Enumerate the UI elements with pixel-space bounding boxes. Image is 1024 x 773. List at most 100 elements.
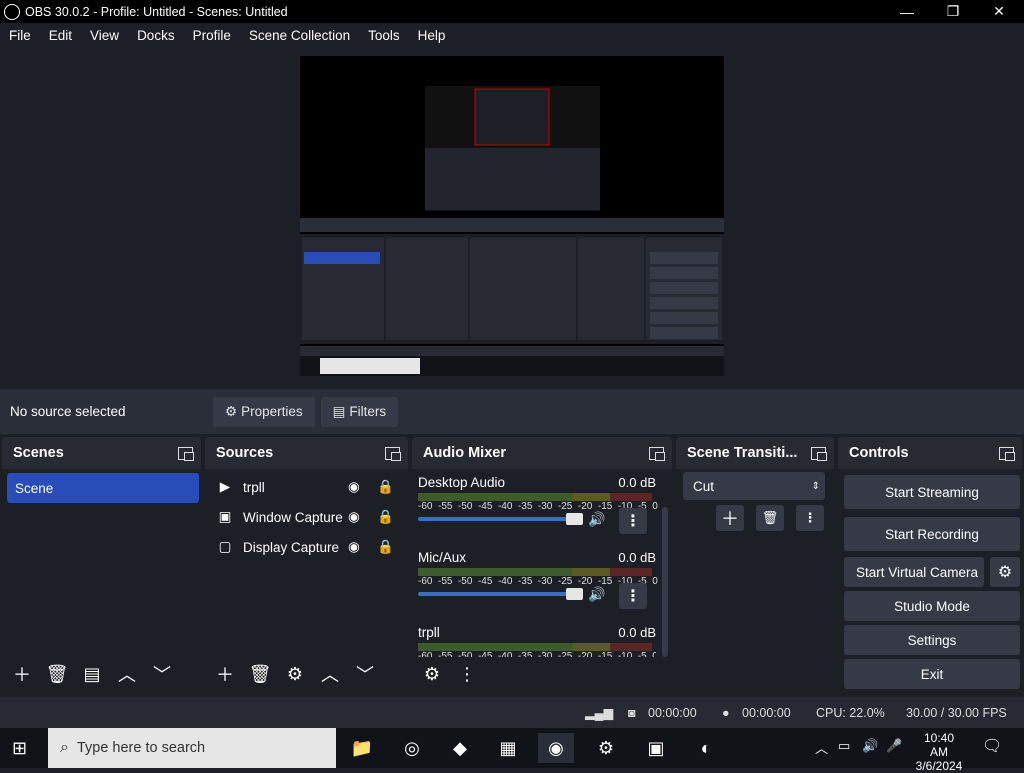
menu-view[interactable]: View: [81, 28, 128, 43]
start-streaming-button[interactable]: Start Streaming: [844, 475, 1020, 509]
app-red-icon[interactable]: ◆: [442, 733, 478, 763]
app-blue-icon[interactable]: ▦: [490, 733, 526, 763]
gear-icon: ⚙: [225, 403, 238, 419]
remove-transition-button[interactable]: 🗑: [756, 505, 784, 531]
source-properties-button[interactable]: ⚙: [280, 660, 310, 688]
controls-title: Controls: [849, 445, 909, 461]
taskbar-search-box[interactable]: ⌕ Type here to search: [48, 728, 336, 768]
recursive-preview-image: [300, 56, 724, 376]
speaker-icon[interactable]: 🔊: [588, 586, 605, 603]
scene-transitions-dock: Scene Transiti... Cut ⇕ ＋ 🗑 ⋮: [676, 437, 834, 694]
notification-icon[interactable]: 🗨: [982, 736, 1002, 756]
channel-menu-button[interactable]: ⋮: [619, 583, 647, 609]
fps-readout: 30.00 / 30.00 FPS: [906, 705, 1007, 720]
cpu-usage: CPU: 22.0%: [816, 705, 885, 720]
menu-tools[interactable]: Tools: [359, 28, 409, 43]
eye-icon[interactable]: ◉: [348, 509, 360, 525]
eye-icon[interactable]: ◉: [348, 479, 360, 495]
move-up-button[interactable]: ︿: [315, 660, 345, 688]
mixer-scrollbar[interactable]: [662, 507, 668, 657]
filters-button[interactable]: ▤ Filters: [320, 396, 399, 427]
mixer-advanced-button[interactable]: ⚙: [417, 660, 447, 688]
move-down-button[interactable]: ﹀: [350, 660, 380, 688]
volume-slider-handle[interactable]: [566, 513, 583, 525]
scene-filters-button[interactable]: ▤: [77, 660, 107, 688]
mixer-menu-button[interactable]: ⋮: [452, 660, 482, 688]
menu-docks[interactable]: Docks: [128, 28, 184, 43]
properties-button[interactable]: ⚙ Properties: [213, 396, 315, 427]
scenes-dock: Scenes Scene ＋ 🗑 ▤ ︿ ﹀: [2, 437, 201, 694]
edge-icon[interactable]: ◐: [688, 733, 724, 763]
move-down-button[interactable]: ﹀: [147, 660, 177, 688]
record-icon: ●: [722, 705, 730, 720]
meter-ticks: -60 -55 -50 -45 -40 -35 -30 -25 -20 -15 -10 -5 0: [418, 651, 656, 657]
add-source-button[interactable]: ＋: [210, 660, 240, 688]
steam-icon[interactable]: ⚙: [588, 733, 624, 763]
source-item[interactable]: ▶ trpll ◉ 🔒: [217, 472, 397, 502]
remove-scene-button[interactable]: 🗑: [42, 660, 72, 688]
tray-chevron-icon[interactable]: ︿: [815, 738, 828, 757]
no-source-label: No source selected: [10, 404, 126, 419]
clock[interactable]: 10:40 AM 3/6/2024: [914, 731, 964, 773]
source-item[interactable]: ▣ Window Capture ◉ 🔒: [217, 502, 397, 532]
undock-icon[interactable]: [811, 446, 827, 461]
exit-button[interactable]: Exit: [844, 659, 1020, 689]
search-placeholder: Type here to search: [76, 740, 206, 756]
undock-icon[interactable]: [999, 446, 1015, 461]
minimize-button[interactable]: —: [884, 0, 930, 23]
maximize-button[interactable]: ❐: [930, 0, 976, 23]
lock-icon[interactable]: 🔒: [377, 509, 394, 525]
title-bar: OBS 30.0.2 - Profile: Untitled - Scenes:…: [0, 0, 1024, 23]
start-recording-button[interactable]: Start Recording: [844, 517, 1020, 551]
stream-time: 00:00:00: [648, 705, 697, 720]
undock-icon[interactable]: [385, 446, 401, 461]
volume-slider-handle[interactable]: [566, 588, 583, 600]
windows-start-icon[interactable]: ⊞: [12, 738, 27, 759]
network-icon[interactable]: ▭: [838, 738, 850, 754]
speaker-icon[interactable]: 🔊: [588, 511, 605, 528]
start-virtual-camera-button[interactable]: Start Virtual Camera: [844, 557, 984, 587]
menu-scene-collection[interactable]: Scene Collection: [240, 28, 359, 43]
file-explorer-icon[interactable]: 📁: [344, 733, 380, 763]
monitor-icon: ▢: [218, 539, 232, 554]
volume-icon[interactable]: 🔊: [862, 738, 878, 754]
volume-slider[interactable]: [418, 517, 582, 521]
app-camera-icon[interactable]: ▣: [638, 733, 674, 763]
add-transition-button[interactable]: ＋: [716, 505, 744, 531]
obs-taskbar-icon[interactable]: ◉: [538, 733, 574, 763]
scenes-title: Scenes: [13, 445, 64, 461]
lock-icon[interactable]: 🔒: [377, 479, 394, 495]
menu-bar: File Edit View Docks Profile Scene Colle…: [0, 23, 1024, 47]
transition-select[interactable]: Cut ⇕: [683, 472, 825, 500]
preview-area[interactable]: [0, 47, 1024, 389]
mixer-channel: Desktop Audio 0.0 dB -60 -55 -50 -45 -40 -35-…: [418, 475, 658, 534]
add-scene-button[interactable]: ＋: [7, 660, 37, 688]
eye-icon[interactable]: ◉: [348, 539, 360, 555]
menu-edit[interactable]: Edit: [40, 28, 81, 43]
transitions-title: Scene Transiti...: [687, 445, 798, 461]
microphone-icon[interactable]: 🎤: [886, 738, 902, 754]
menu-file[interactable]: File: [0, 28, 40, 43]
remove-source-button[interactable]: 🗑: [245, 660, 275, 688]
transition-menu-button[interactable]: ⋮: [796, 505, 824, 531]
lock-icon[interactable]: 🔒: [377, 539, 394, 555]
menu-help[interactable]: Help: [409, 28, 455, 43]
scene-item[interactable]: Scene: [7, 473, 199, 503]
settings-button[interactable]: Settings: [844, 625, 1020, 655]
channel-db: 0.0 dB: [618, 625, 656, 640]
volume-slider[interactable]: [418, 592, 582, 596]
studio-mode-button[interactable]: Studio Mode: [844, 591, 1020, 621]
chevron-updown-icon: ⇕: [811, 480, 820, 492]
channel-name: Desktop Audio: [418, 475, 506, 490]
move-up-button[interactable]: ︿: [112, 660, 142, 688]
undock-icon[interactable]: [178, 446, 194, 461]
program-preview[interactable]: [300, 56, 724, 376]
close-button[interactable]: ✕: [976, 0, 1022, 23]
channel-menu-button[interactable]: ⋮: [619, 508, 647, 534]
virtual-camera-settings-gear-icon[interactable]: ⚙: [990, 557, 1020, 587]
chrome-icon[interactable]: ◎: [394, 733, 430, 763]
menu-profile[interactable]: Profile: [184, 28, 240, 43]
channel-db: 0.0 dB: [618, 550, 656, 565]
undock-icon[interactable]: [649, 446, 665, 461]
source-item[interactable]: ▢ Display Capture ◉ 🔒: [217, 532, 397, 562]
